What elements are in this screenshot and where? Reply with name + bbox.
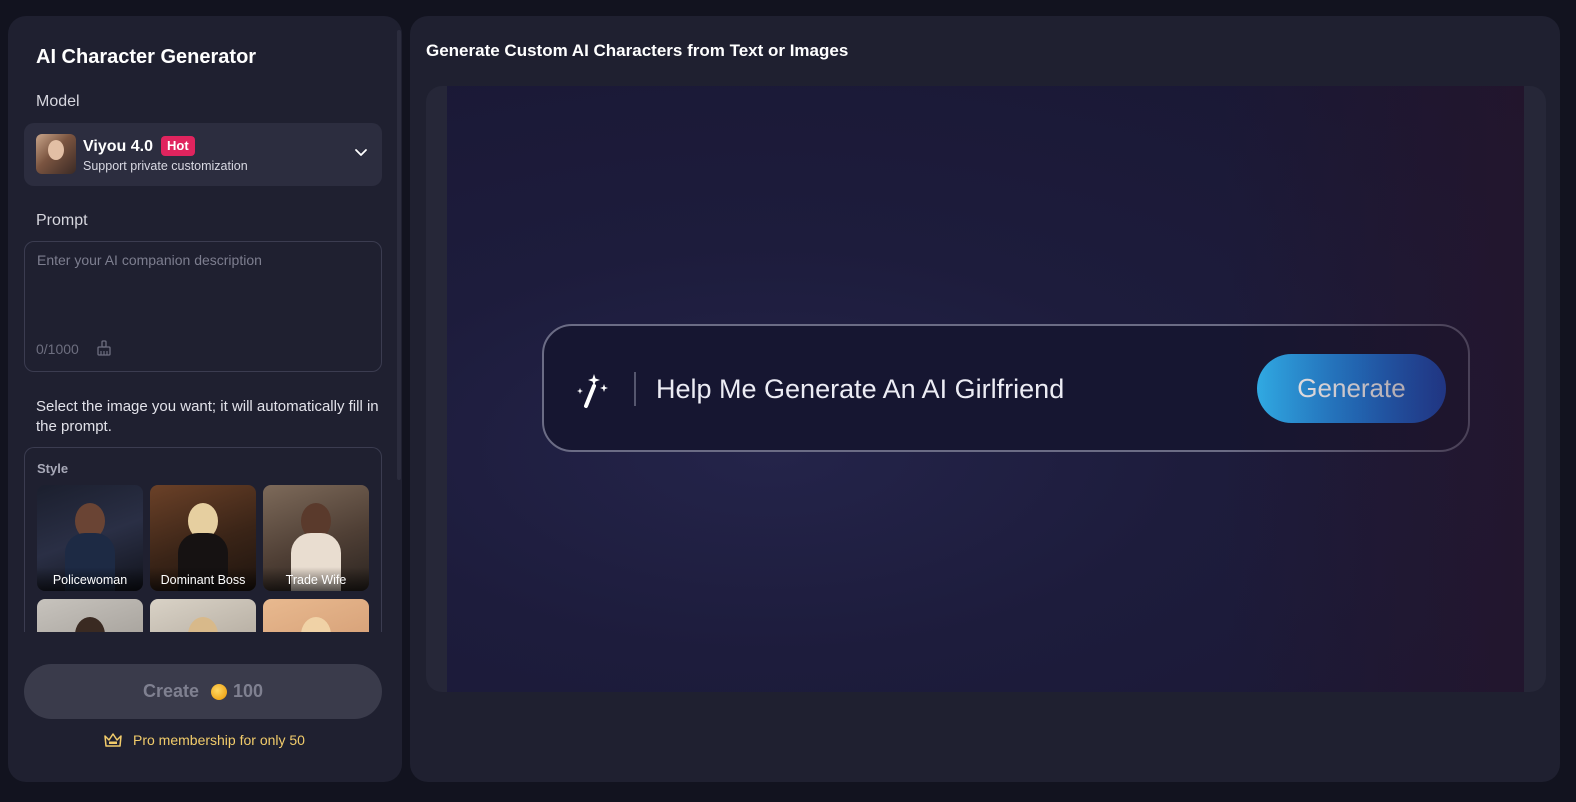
- style-card-4[interactable]: [37, 599, 143, 632]
- style-card-label: Trade Wife: [263, 567, 369, 591]
- style-gallery: Style Policewoman Dominant Boss Trade Wi…: [24, 447, 382, 632]
- preview-video: Help Me Generate An AI Girlfriend Genera…: [447, 86, 1524, 692]
- pro-link-text: Pro membership for only 50: [133, 732, 305, 748]
- char-count: 0/1000: [36, 341, 79, 357]
- chevron-down-icon[interactable]: [354, 145, 368, 159]
- clear-brush-icon[interactable]: [95, 339, 113, 357]
- demo-prompt-text: Help Me Generate An AI Girlfriend: [656, 374, 1065, 404]
- prompt-input[interactable]: [37, 252, 367, 332]
- style-card-label: Dominant Boss: [150, 567, 256, 591]
- demo-prompt-bar: Help Me Generate An AI Girlfriend Genera…: [542, 324, 1470, 452]
- model-label: Model: [36, 93, 80, 110]
- model-subtitle: Support private customization: [83, 159, 248, 173]
- model-select[interactable]: Viyou 4.0 Hot Support private customizat…: [24, 123, 382, 186]
- style-card-5[interactable]: [150, 599, 256, 632]
- model-name: Viyou 4.0: [83, 138, 153, 155]
- main-panel: Generate Custom AI Characters from Text …: [410, 16, 1560, 782]
- prompt-box: 0/1000: [24, 241, 382, 372]
- create-label: Create: [142, 681, 199, 701]
- style-card-policewoman[interactable]: Policewoman: [37, 485, 143, 591]
- style-card-trade-wife[interactable]: Trade Wife: [263, 485, 369, 591]
- crown-icon: [104, 733, 122, 747]
- demo-divider: [634, 372, 636, 406]
- style-figure: [301, 617, 331, 632]
- magic-wand-icon: [577, 374, 608, 408]
- page-heading: Generate Custom AI Characters from Text …: [426, 41, 849, 60]
- style-hint: Select the image you want; it will autom…: [36, 398, 379, 435]
- style-title: Style: [37, 461, 69, 476]
- create-button[interactable]: Create 100: [24, 664, 382, 719]
- sidebar-panel: AI Character Generator Model Viyou 4.0 H…: [8, 16, 402, 782]
- model-avatar: [36, 134, 76, 174]
- sidebar-scrollbar[interactable]: [397, 30, 401, 480]
- style-card-dominant-boss[interactable]: Dominant Boss: [150, 485, 256, 591]
- preview-area: Help Me Generate An AI Girlfriend Genera…: [426, 86, 1546, 692]
- create-cost: 100: [232, 681, 264, 701]
- generate-button[interactable]: Generate: [1257, 354, 1446, 423]
- app-title: AI Character Generator: [36, 46, 257, 68]
- pro-membership-link[interactable]: Pro membership for only 50: [103, 731, 305, 749]
- prompt-label: Prompt: [36, 212, 88, 229]
- hot-badge: Hot: [161, 136, 195, 156]
- coin-icon: [210, 683, 227, 700]
- style-card-6[interactable]: [263, 599, 369, 632]
- style-figure: [75, 617, 105, 632]
- style-figure: [188, 617, 218, 632]
- style-card-label: Policewoman: [37, 567, 143, 591]
